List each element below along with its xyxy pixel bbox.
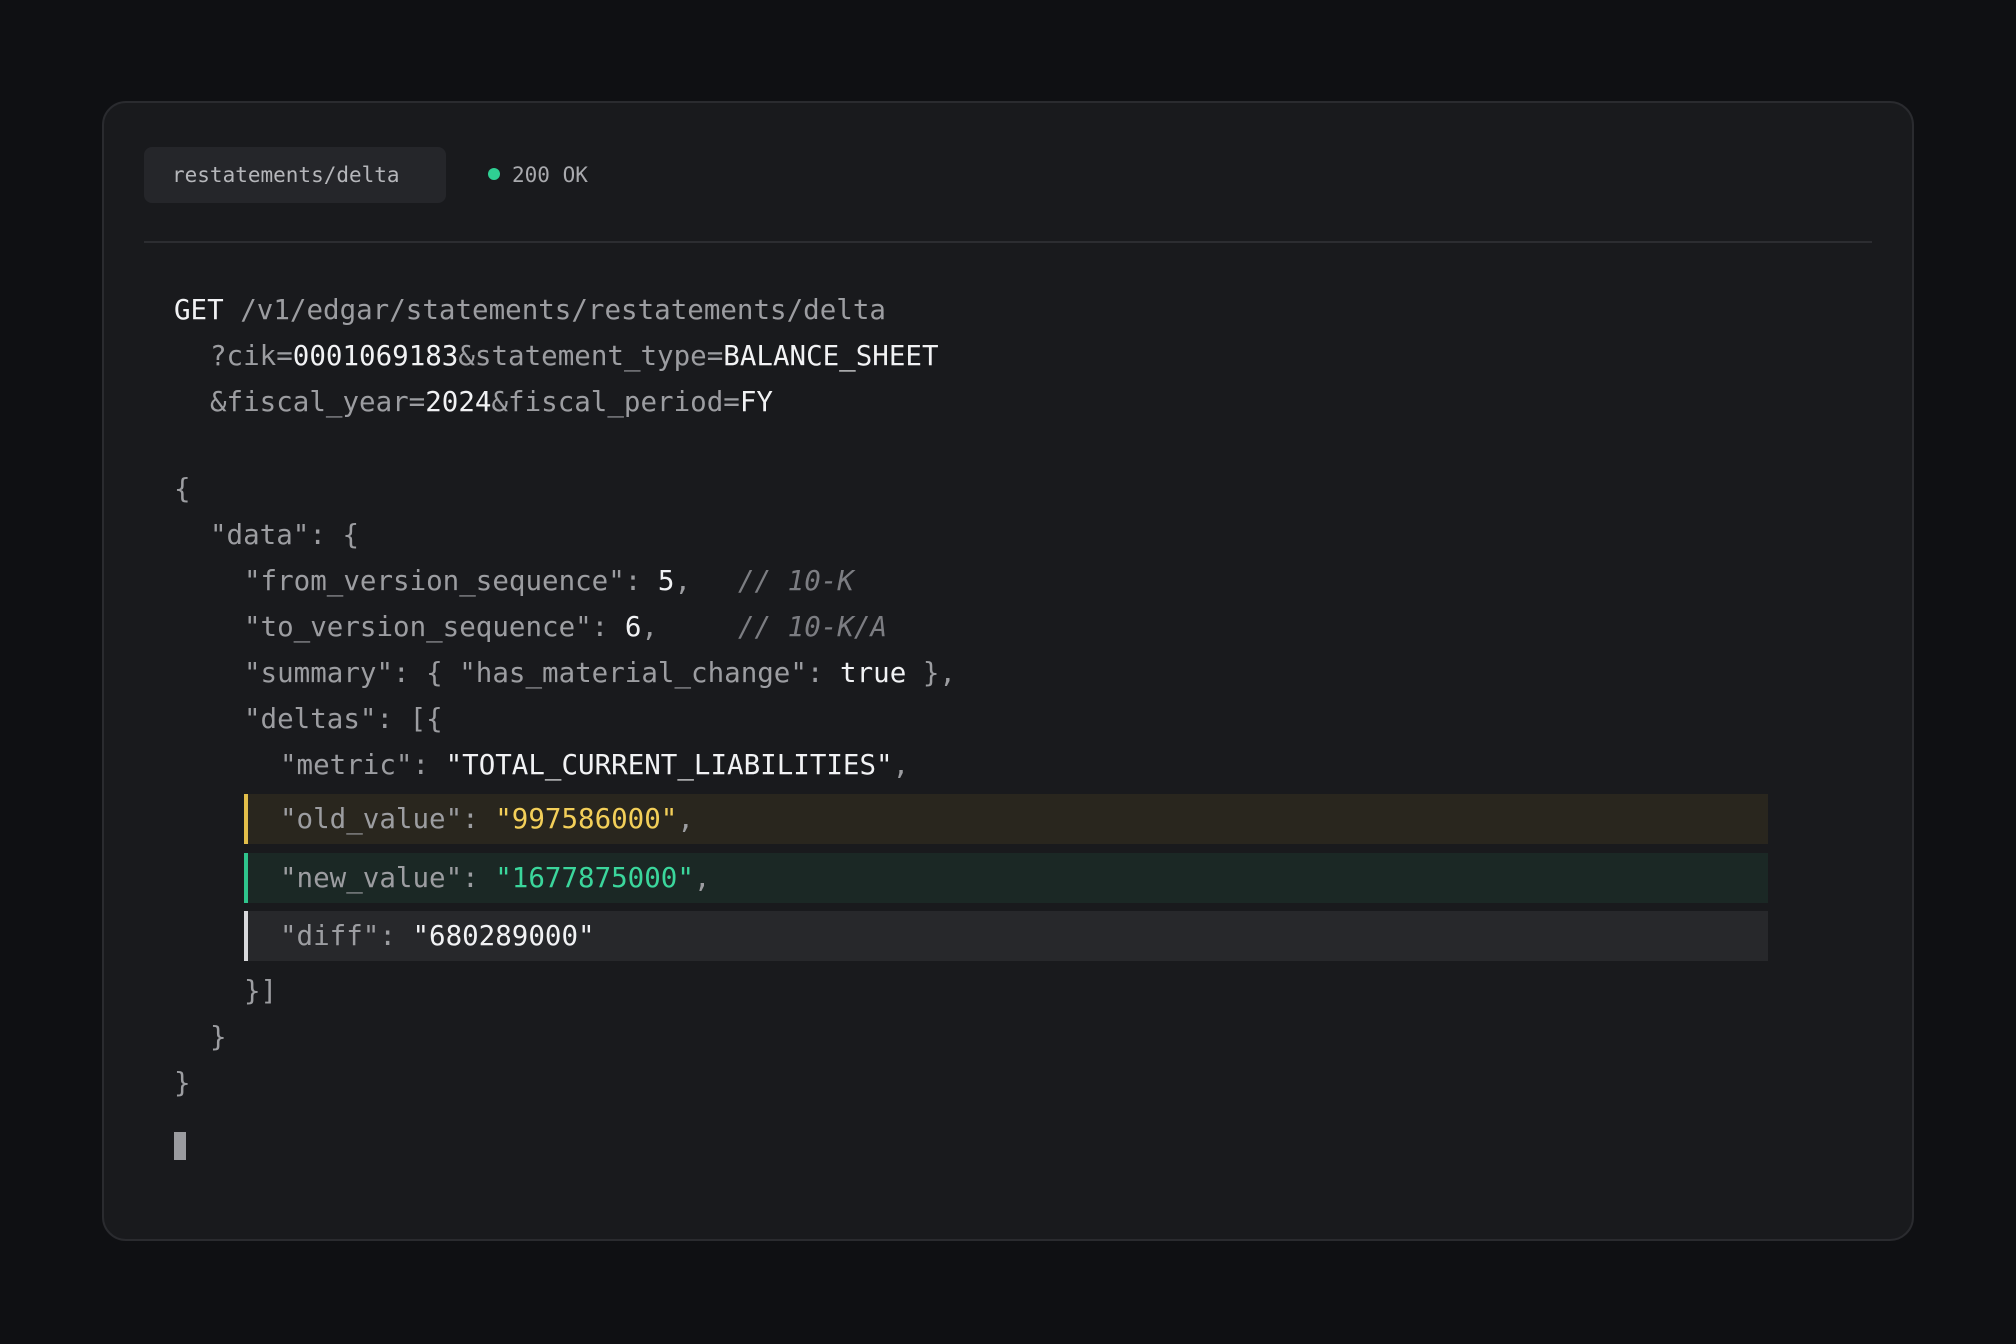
json-from-version: "from_version_sequence": 5, [244,558,691,604]
json-deltas-key: "deltas": [{ [244,703,443,735]
param-cik-key: ?cik= [210,340,293,372]
new-value-value: "1677875000" [495,862,694,894]
param-fiscal-year-value: 2024 [425,386,492,418]
status-indicator: 200 OK [488,147,588,203]
status-dot-icon [488,168,500,180]
old-value-value: "997586000" [495,803,678,835]
param-fiscal-period-value: FY [739,386,773,418]
from-version-value: 5 [657,565,675,597]
card-header: restatements/delta 200 OK [144,147,1872,243]
old-value-key: "old_value": [280,803,496,835]
old-value-comma: , [677,803,694,835]
param-fiscal-period-key: &fiscal_period= [491,386,740,418]
text-cursor [174,1132,186,1160]
json-diff: "diff": "680289000" [280,913,595,959]
json-metric: "metric": "TOTAL_CURRENT_LIABILITIES", [280,742,909,788]
request-path: /v1/edgar/statements/restatements/delta [240,294,886,326]
api-response-card: restatements/delta 200 OK GET /v1/edgar/… [102,101,1914,1241]
param-fiscal-year-key: &fiscal_year= [210,386,426,418]
json-summary: "summary": { "has_material_change": true… [244,650,956,696]
json-open-brace: { [174,473,191,505]
new-value-comma: , [693,862,711,894]
new-value-highlight: "new_value": "1677875000", [244,853,1768,903]
to-version-comment: // 10-K/A [738,611,888,643]
to-version-key: "to_version_sequence": [244,611,625,643]
to-version-value: 6 [624,611,642,643]
param-cik-value: 0001069183 [292,340,459,372]
json-new-value: "new_value": "1677875000", [280,855,710,901]
old-value-highlight: "old_value": "997586000", [244,794,1768,844]
status-text: 200 OK [512,163,588,187]
param-statement-type-value: BALANCE_SHEET [723,340,939,372]
from-version-comma: , [674,565,692,597]
http-method: GET [174,294,224,326]
metric-value: "TOTAL_CURRENT_LIABILITIES" [445,749,893,781]
from-version-comment: // 10-K [738,565,854,597]
json-to-version: "to_version_sequence": 6, [244,604,658,650]
diff-highlight: "diff": "680289000" [244,911,1768,961]
metric-comma: , [892,749,910,781]
summary-close: }, [906,657,956,689]
request-params-line-2: &fiscal_year=2024&fiscal_period=FY [210,379,773,425]
request-params-line-1: ?cik=0001069183&statement_type=BALANCE_S… [210,333,939,379]
diff-value: "680289000" [412,920,595,952]
from-version-key: "from_version_sequence": [244,565,658,597]
summary-material-change-value: true [840,657,907,689]
json-close-brace: } [174,1067,191,1099]
new-value-key: "new_value": [280,862,496,894]
diff-key: "diff": [280,920,413,952]
request-line: GET /v1/edgar/statements/restatements/de… [174,287,886,333]
endpoint-tab[interactable]: restatements/delta [144,147,446,203]
param-statement-type-key: &statement_type= [458,340,724,372]
json-old-value: "old_value": "997586000", [280,796,694,842]
code-block: GET /v1/edgar/statements/restatements/de… [174,287,1768,1099]
summary-key: "summary": { "has_material_change": [244,657,841,689]
json-data-close: } [210,1021,227,1053]
to-version-comma: , [641,611,658,643]
metric-key: "metric": [280,749,446,781]
json-deltas-close: }] [244,975,278,1007]
json-data-key: "data": { [210,519,360,551]
